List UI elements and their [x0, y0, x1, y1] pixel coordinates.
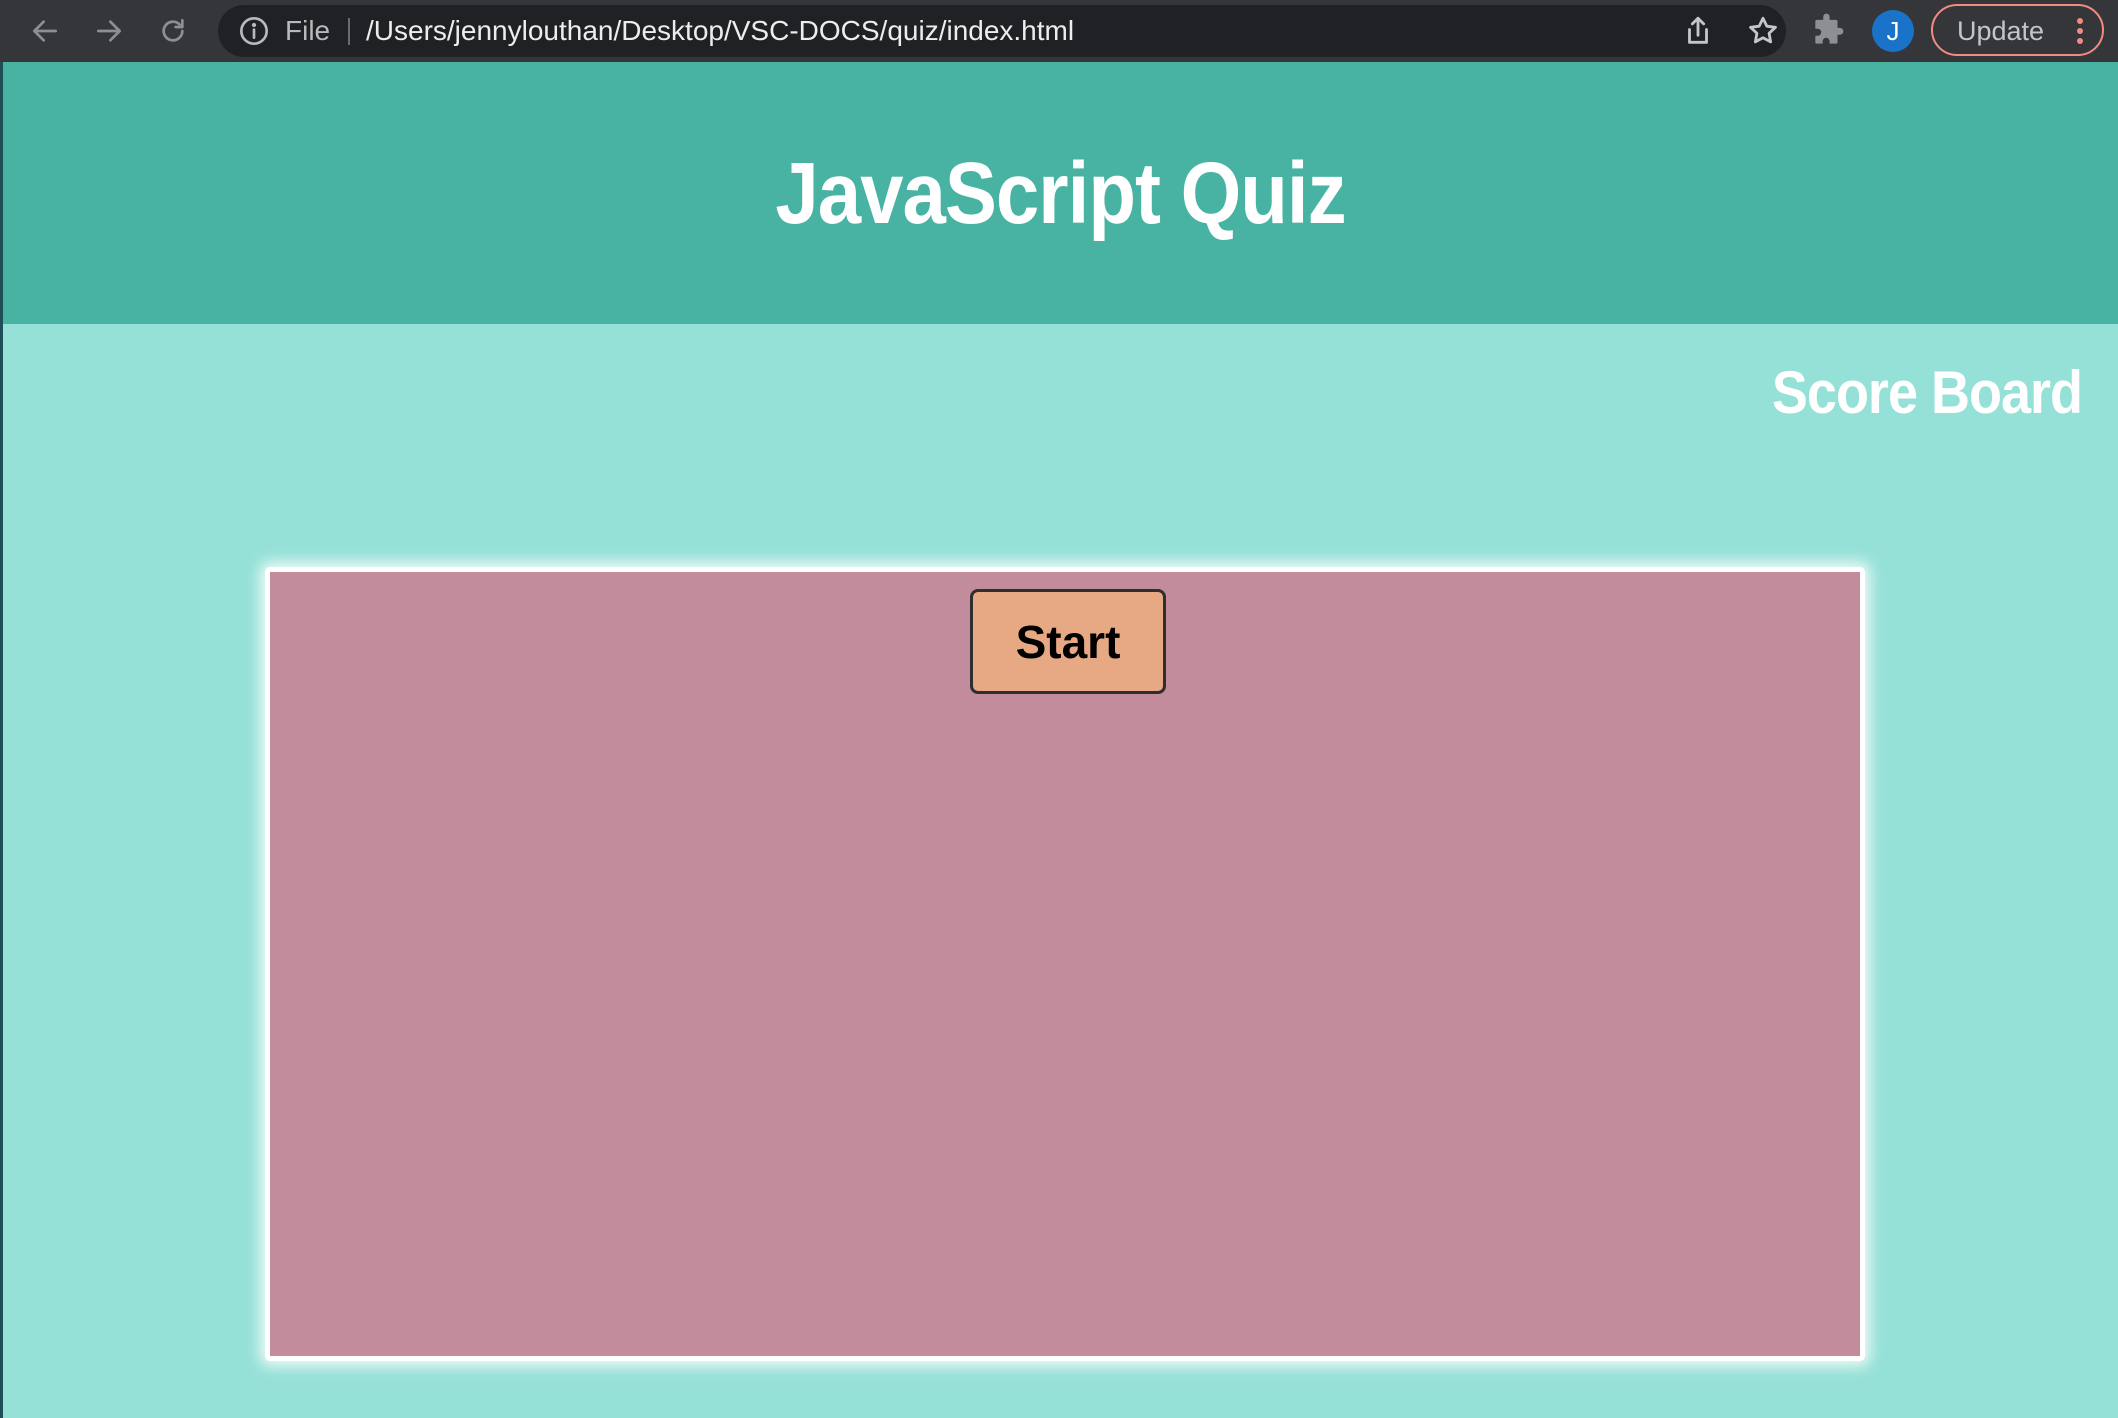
omnibox-divider	[348, 18, 350, 45]
extensions-icon[interactable]	[1809, 12, 1847, 50]
kebab-menu-icon[interactable]	[2076, 18, 2084, 44]
arrow-left-icon	[33, 20, 57, 42]
start-button[interactable]: Start	[970, 589, 1166, 694]
bookmark-star-icon[interactable]	[1746, 14, 1780, 48]
page-title: JavaScript Quiz	[775, 143, 1346, 242]
scoreboard-link[interactable]: Score Board	[1772, 358, 2083, 427]
quiz-container: Start	[265, 567, 1865, 1361]
reload-icon	[162, 19, 184, 42]
arrow-right-icon	[97, 20, 121, 42]
reload-button[interactable]	[153, 11, 193, 51]
forward-button[interactable]	[89, 11, 129, 51]
site-header: JavaScript Quiz	[3, 62, 2118, 324]
share-icon[interactable]	[1681, 14, 1715, 48]
info-icon[interactable]	[238, 15, 270, 47]
back-button[interactable]	[25, 11, 65, 51]
page-viewport: JavaScript Quiz Score Board Start	[0, 62, 2118, 1418]
